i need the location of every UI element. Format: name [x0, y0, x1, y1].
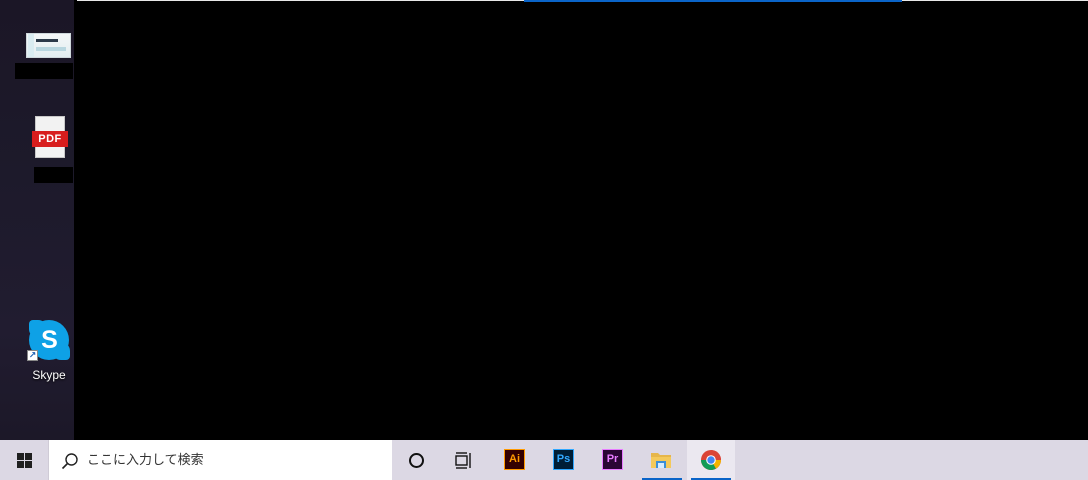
pdf-badge: PDF: [32, 131, 68, 147]
cortana-circle-icon: [409, 453, 424, 468]
taskbar: Ai Ps Pr: [0, 440, 1088, 480]
photoshop-button[interactable]: Ps: [540, 440, 588, 480]
task-view-button[interactable]: [440, 440, 488, 480]
file-explorer-button[interactable]: [638, 440, 686, 480]
premiere-button[interactable]: Pr: [589, 440, 637, 480]
shortcut-arrow-icon: ↗: [27, 350, 38, 361]
search-box[interactable]: [48, 440, 392, 480]
windows-logo-icon: [17, 453, 33, 468]
task-view-icon: [455, 452, 471, 469]
app-window[interactable]: [74, 0, 1088, 440]
start-button[interactable]: [0, 440, 48, 480]
file-explorer-icon: [651, 453, 671, 468]
thumbnail-text: [36, 47, 66, 51]
premiere-icon: Pr: [602, 449, 623, 470]
chrome-button[interactable]: [687, 440, 735, 480]
search-icon: [61, 453, 78, 470]
icon-label-redacted: [15, 63, 73, 79]
photoshop-icon: Ps: [553, 449, 574, 470]
document-thumbnail-icon[interactable]: [26, 33, 71, 58]
thumbnail-stripe: [28, 34, 34, 57]
screen: PDF S ↗ Skype ここに入力して検索 Ai Ps Pr: [0, 0, 1088, 480]
illustrator-button[interactable]: Ai: [491, 440, 539, 480]
window-accent-line: [524, 0, 902, 2]
cortana-button[interactable]: [392, 440, 440, 480]
icon-label-redacted: [34, 167, 73, 183]
illustrator-icon: Ai: [504, 449, 525, 470]
search-input[interactable]: [87, 448, 377, 472]
pdf-file-icon[interactable]: PDF: [32, 116, 68, 158]
chrome-icon: [701, 450, 721, 470]
thumbnail-heading: [36, 39, 58, 42]
